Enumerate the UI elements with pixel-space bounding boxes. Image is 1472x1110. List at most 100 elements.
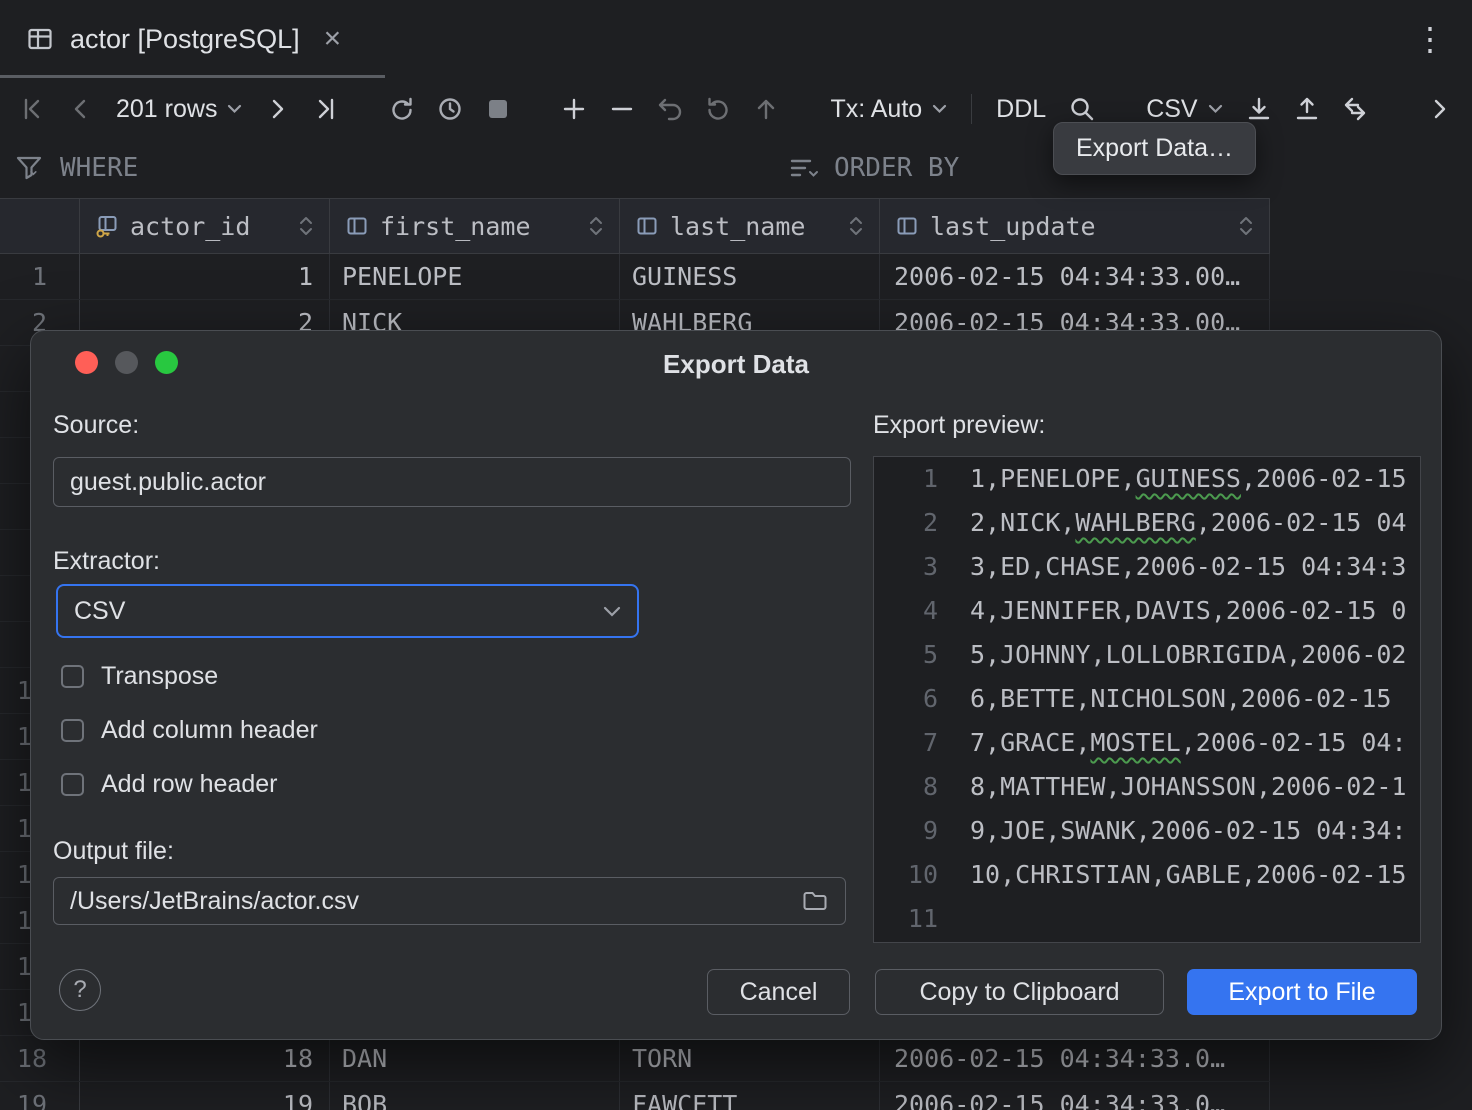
table-row[interactable]: 1818DANTORN2006-02-15 04:34:33.0… bbox=[0, 1036, 1270, 1082]
line-number: 7 bbox=[874, 721, 944, 765]
line-number: 8 bbox=[874, 765, 944, 809]
checkbox-add-row-header[interactable]: Add row header bbox=[61, 769, 278, 799]
line-number: 2 bbox=[874, 501, 944, 545]
checkbox-transpose[interactable]: Transpose bbox=[61, 661, 218, 691]
source-label: Source: bbox=[53, 411, 139, 440]
cell-last-name[interactable]: GUINESS bbox=[620, 254, 880, 299]
line-text: 8,MATTHEW,JOHANSSON,2006-02-1 bbox=[944, 765, 1407, 809]
column-icon bbox=[894, 213, 920, 239]
checkbox-box[interactable] bbox=[61, 665, 84, 688]
line-text: 9,JOE,SWANK,2006-02-15 04:34: bbox=[944, 809, 1407, 853]
datagrip-window: actor [PostgreSQL] × ⋮ 201 rows bbox=[0, 0, 1472, 1110]
checkbox-add-column-header[interactable]: Add column header bbox=[61, 715, 318, 745]
output-file-field[interactable]: /Users/JetBrains/actor.csv bbox=[53, 877, 846, 925]
cell-first-name[interactable]: DAN bbox=[330, 1036, 620, 1081]
line-number: 3 bbox=[874, 545, 944, 589]
column-label: actor_id bbox=[130, 212, 250, 241]
cell-last-name[interactable]: TORN bbox=[620, 1036, 880, 1081]
copy-to-clipboard-button[interactable]: Copy to Clipboard bbox=[875, 969, 1164, 1015]
checkbox-label: Transpose bbox=[101, 662, 218, 691]
line-number: 6 bbox=[874, 677, 944, 721]
header-first-name[interactable]: first_name bbox=[330, 199, 620, 253]
column-label: first_name bbox=[380, 212, 531, 241]
cell-last-update[interactable]: 2006-02-15 04:34:33.00… bbox=[880, 254, 1270, 299]
export-data-dialog: Export Data Source: guest.public.actor E… bbox=[30, 330, 1442, 1040]
preview-line: 55,JOHNNY,LOLLOBRIGIDA,2006-02 bbox=[874, 633, 1420, 677]
checkbox-box[interactable] bbox=[61, 719, 84, 742]
export-preview-panel[interactable]: 11,PENELOPE,GUINESS,2006-02-1522,NICK,WA… bbox=[873, 456, 1421, 943]
help-glyph: ? bbox=[73, 976, 86, 1004]
header-last-name[interactable]: last_name bbox=[620, 199, 880, 253]
sort-icon[interactable] bbox=[297, 214, 315, 238]
cell-last-update[interactable]: 2006-02-15 04:34:33.0… bbox=[880, 1036, 1270, 1081]
output-file-value: /Users/JetBrains/actor.csv bbox=[70, 887, 359, 916]
header-last-update[interactable]: last_update bbox=[880, 199, 1270, 253]
line-number: 11 bbox=[874, 897, 944, 941]
cell-first-name[interactable]: BOB bbox=[330, 1082, 620, 1110]
line-number: 9 bbox=[874, 809, 944, 853]
export-preview-label: Export preview: bbox=[873, 411, 1045, 440]
line-text: 1,PENELOPE,GUINESS,2006-02-15 bbox=[944, 457, 1407, 501]
preview-line: 11,PENELOPE,GUINESS,2006-02-15 bbox=[874, 457, 1420, 501]
extractor-select[interactable]: CSV bbox=[56, 584, 639, 638]
grid-header: actor_id first_name last_name last_ bbox=[0, 198, 1270, 254]
preview-line: 1010,CHRISTIAN,GABLE,2006-02-15 bbox=[874, 853, 1420, 897]
line-number: 4 bbox=[874, 589, 944, 633]
sort-icon[interactable] bbox=[847, 214, 865, 238]
table-row[interactable]: 1919BOBFAWCETT2006-02-15 04:34:33.0… bbox=[0, 1082, 1270, 1110]
cancel-button[interactable]: Cancel bbox=[707, 969, 850, 1015]
export-to-file-button[interactable]: Export to File bbox=[1187, 969, 1417, 1015]
extractor-value: CSV bbox=[74, 597, 125, 626]
column-icon bbox=[634, 213, 660, 239]
preview-line: 88,MATTHEW,JOHANSSON,2006-02-1 bbox=[874, 765, 1420, 809]
checkbox-box[interactable] bbox=[61, 773, 84, 796]
line-text: 7,GRACE,MOSTEL,2006-02-15 04: bbox=[944, 721, 1407, 765]
preview-line: 66,BETTE,NICHOLSON,2006-02-15 bbox=[874, 677, 1420, 721]
column-label: last_name bbox=[670, 212, 805, 241]
cell-actor-id[interactable]: 18 bbox=[80, 1036, 330, 1081]
cell-last-update[interactable]: 2006-02-15 04:34:33.0… bbox=[880, 1082, 1270, 1110]
row-number: 19 bbox=[0, 1082, 80, 1110]
extractor-label: Extractor: bbox=[53, 547, 160, 576]
line-text: 5,JOHNNY,LOLLOBRIGIDA,2006-02 bbox=[944, 633, 1407, 677]
checkbox-label: Add column header bbox=[101, 716, 318, 745]
line-text: 3,ED,CHASE,2006-02-15 04:34:3 bbox=[944, 545, 1407, 589]
source-field[interactable]: guest.public.actor bbox=[53, 457, 851, 507]
preview-line: 11 bbox=[874, 897, 1420, 941]
cell-first-name[interactable]: PENELOPE bbox=[330, 254, 620, 299]
table-row[interactable]: 11PENELOPEGUINESS2006-02-15 04:34:33.00… bbox=[0, 254, 1270, 300]
line-number: 10 bbox=[874, 853, 944, 897]
cell-last-name[interactable]: FAWCETT bbox=[620, 1082, 880, 1110]
preview-line: 99,JOE,SWANK,2006-02-15 04:34: bbox=[874, 809, 1420, 853]
header-row-number[interactable] bbox=[0, 199, 80, 253]
column-label: last_update bbox=[930, 212, 1096, 241]
line-text: 2,NICK,WAHLBERG,2006-02-15 04 bbox=[944, 501, 1407, 545]
line-number: 1 bbox=[874, 457, 944, 501]
row-number: 18 bbox=[0, 1036, 80, 1081]
dialog-title: Export Data bbox=[31, 349, 1441, 380]
checkbox-label: Add row header bbox=[101, 770, 278, 799]
column-key-icon bbox=[94, 213, 120, 239]
folder-icon[interactable] bbox=[801, 888, 829, 914]
preview-line: 77,GRACE,MOSTEL,2006-02-15 04: bbox=[874, 721, 1420, 765]
line-text: 6,BETTE,NICHOLSON,2006-02-15 bbox=[944, 677, 1391, 721]
header-actor-id[interactable]: actor_id bbox=[80, 199, 330, 253]
cell-actor-id[interactable]: 1 bbox=[80, 254, 330, 299]
row-number: 1 bbox=[0, 254, 80, 299]
line-text bbox=[944, 897, 970, 941]
cell-actor-id[interactable]: 19 bbox=[80, 1082, 330, 1110]
chevron-down-icon bbox=[603, 606, 621, 617]
sort-icon[interactable] bbox=[587, 214, 605, 238]
help-button[interactable]: ? bbox=[59, 969, 101, 1011]
output-file-label: Output file: bbox=[53, 837, 174, 866]
source-value: guest.public.actor bbox=[70, 468, 266, 497]
line-text: 10,CHRISTIAN,GABLE,2006-02-15 bbox=[944, 853, 1407, 897]
export-data-tooltip: Export Data… bbox=[1053, 122, 1256, 175]
sort-icon[interactable] bbox=[1237, 214, 1255, 238]
preview-line: 22,NICK,WAHLBERG,2006-02-15 04 bbox=[874, 501, 1420, 545]
line-number: 5 bbox=[874, 633, 944, 677]
preview-line: 33,ED,CHASE,2006-02-15 04:34:3 bbox=[874, 545, 1420, 589]
preview-line: 44,JENNIFER,DAVIS,2006-02-15 0 bbox=[874, 589, 1420, 633]
column-icon bbox=[344, 213, 370, 239]
line-text: 4,JENNIFER,DAVIS,2006-02-15 0 bbox=[944, 589, 1407, 633]
